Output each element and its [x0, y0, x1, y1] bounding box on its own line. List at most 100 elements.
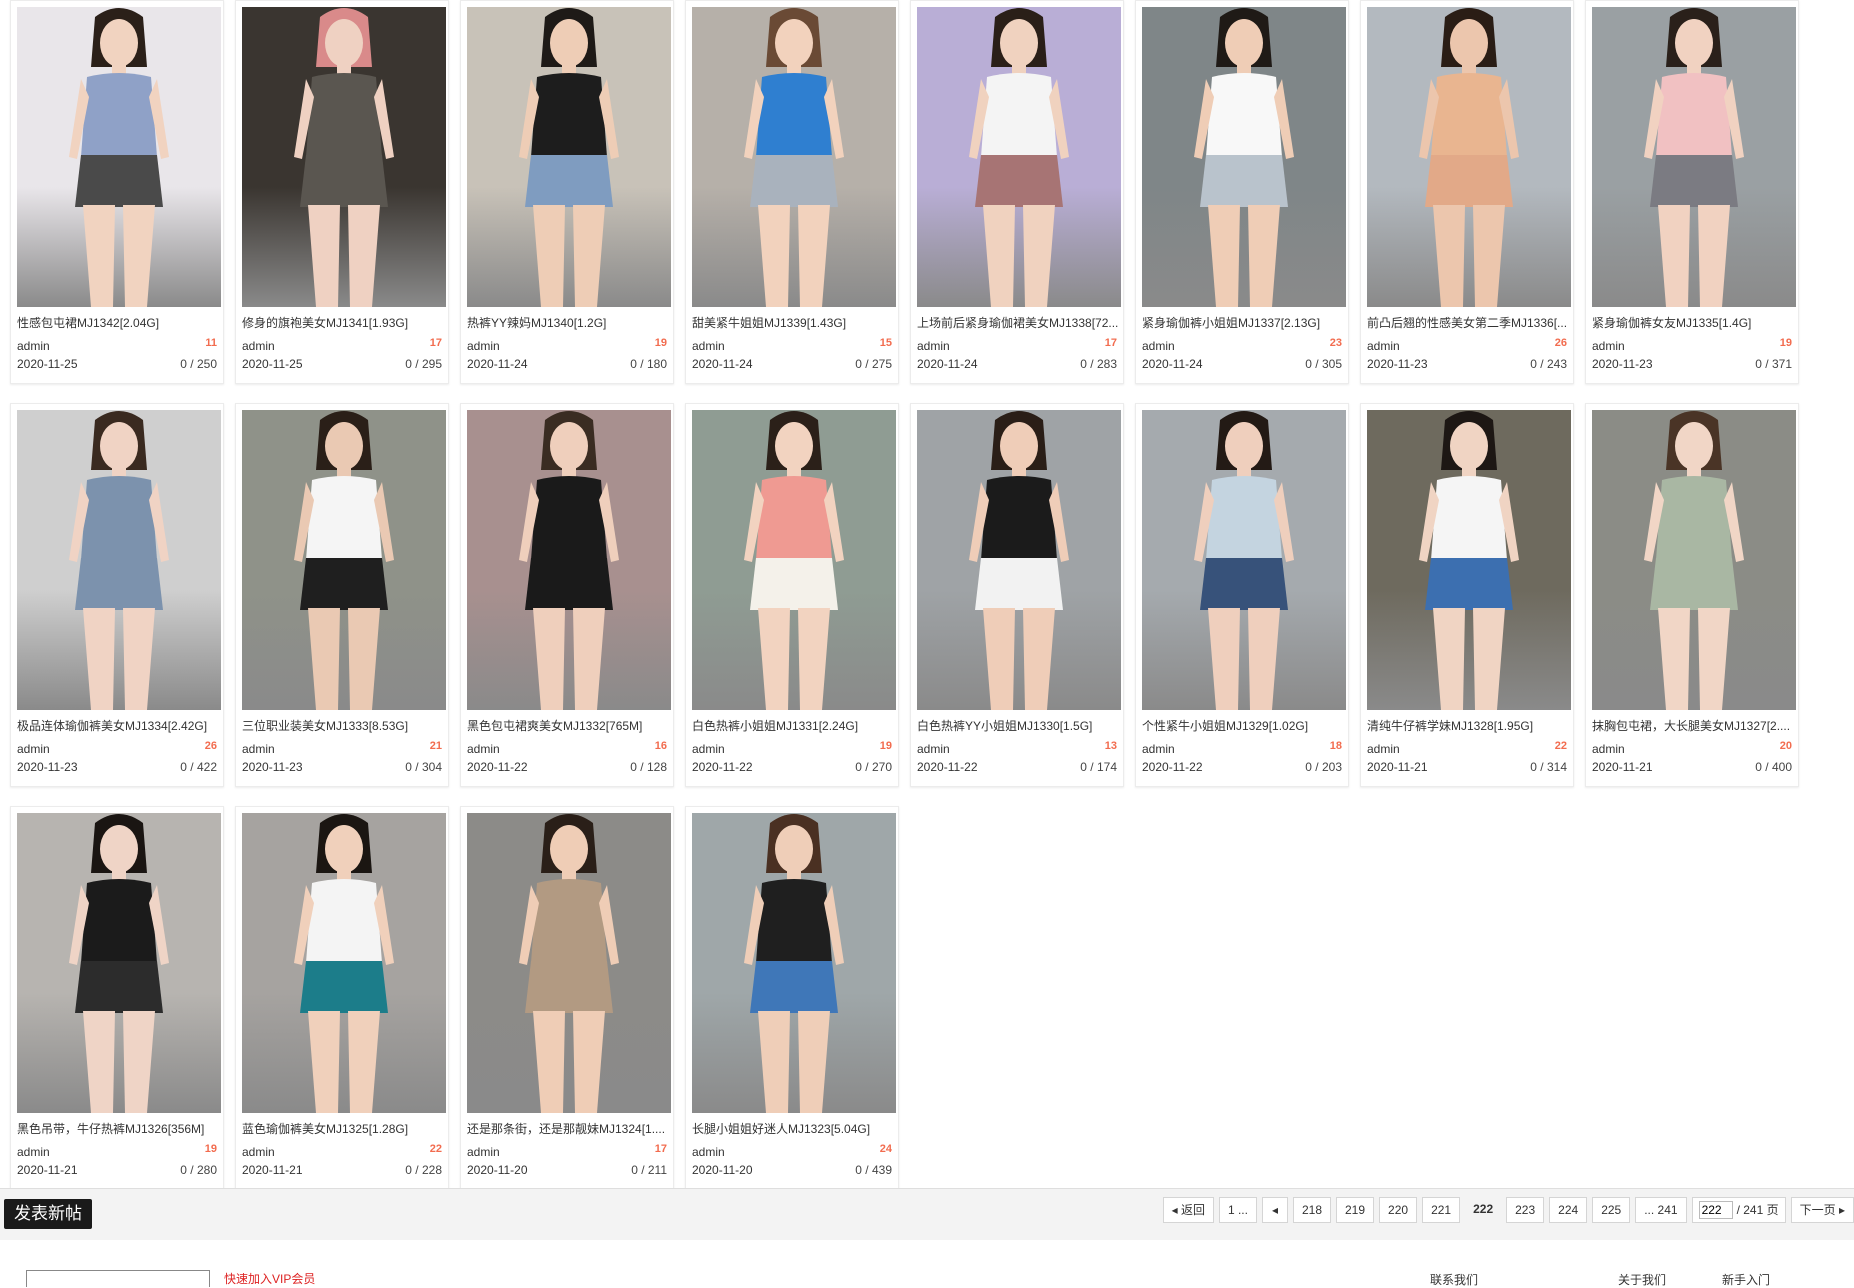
thread-author[interactable]: admin	[692, 339, 725, 353]
thread-thumbnail[interactable]	[242, 813, 446, 1113]
thread-title[interactable]: 紧身瑜伽裤小姐姐MJ1337[2.13G]	[1142, 315, 1346, 331]
thread-title[interactable]: 三位职业装美女MJ1333[8.53G]	[242, 718, 446, 734]
page-link[interactable]: 219	[1336, 1197, 1375, 1223]
thread-title[interactable]: 甜美紧牛姐姐MJ1339[1.43G]	[692, 315, 896, 331]
thread-card[interactable]: 紧身瑜伽裤小姐姐MJ1337[2.13G] admin 23 2020-11-2…	[1135, 0, 1349, 384]
footer-about[interactable]: 关于我们	[1618, 1271, 1666, 1288]
page-first[interactable]: 1 ...	[1218, 1197, 1257, 1223]
thread-card[interactable]: 白色热裤YY小姐姐MJ1330[1.5G] admin 13 2020-11-2…	[910, 403, 1124, 787]
thread-thumbnail[interactable]	[917, 7, 1121, 307]
thread-author[interactable]: admin	[692, 742, 725, 756]
thread-card[interactable]: 前凸后翘的性感美女第二季MJ1336[... admin 26 2020-11-…	[1360, 0, 1574, 384]
thread-thumbnail[interactable]	[17, 410, 221, 710]
thread-author[interactable]: admin	[242, 1145, 275, 1159]
thread-thumbnail[interactable]	[692, 7, 896, 307]
back-button[interactable]: ◂ 返回	[1162, 1197, 1214, 1223]
thread-title[interactable]: 抹胸包屯裙，大长腿美女MJ1327[2....	[1592, 718, 1796, 734]
thread-author[interactable]: admin	[917, 339, 950, 353]
thread-author[interactable]: admin	[692, 1145, 725, 1159]
thread-author[interactable]: admin	[467, 1145, 500, 1159]
thread-title[interactable]: 紧身瑜伽裤女友MJ1335[1.4G]	[1592, 315, 1796, 331]
thread-card[interactable]: 甜美紧牛姐姐MJ1339[1.43G] admin 15 2020-11-24 …	[685, 0, 899, 384]
thread-card[interactable]: 白色热裤小姐姐MJ1331[2.24G] admin 19 2020-11-22…	[685, 403, 899, 787]
thread-thumbnail[interactable]	[1592, 7, 1796, 307]
thread-card[interactable]: 极品连体瑜伽裤美女MJ1334[2.42G] admin 26 2020-11-…	[10, 403, 224, 787]
thread-thumbnail[interactable]	[1367, 7, 1571, 307]
thread-thumbnail[interactable]	[242, 7, 446, 307]
thread-title[interactable]: 蓝色瑜伽裤美女MJ1325[1.28G]	[242, 1121, 446, 1137]
thread-title[interactable]: 黑色包屯裙爽美女MJ1332[765M]	[467, 718, 671, 734]
thread-author[interactable]: admin	[1592, 742, 1625, 756]
thread-title[interactable]: 清纯牛仔裤学妹MJ1328[1.95G]	[1367, 718, 1571, 734]
thread-author[interactable]: admin	[1142, 339, 1175, 353]
page-jump-input[interactable]	[1698, 1201, 1733, 1219]
thread-title[interactable]: 极品连体瑜伽裤美女MJ1334[2.42G]	[17, 718, 221, 734]
thread-thumbnail[interactable]	[467, 813, 671, 1113]
thread-thumbnail[interactable]	[17, 813, 221, 1113]
thread-card[interactable]: 热裤YY辣妈MJ1340[1.2G] admin 19 2020-11-24 0…	[460, 0, 674, 384]
thread-thumbnail[interactable]	[1367, 410, 1571, 710]
thread-author[interactable]: admin	[242, 339, 275, 353]
thread-title[interactable]: 上场前后紧身瑜伽裙美女MJ1338[72...	[917, 315, 1121, 331]
footer-guide[interactable]: 新手入门	[1722, 1271, 1770, 1288]
thread-thumbnail[interactable]	[692, 410, 896, 710]
thread-thumbnail[interactable]	[917, 410, 1121, 710]
thread-title[interactable]: 还是那条街，还是那靓妹MJ1324[1....	[467, 1121, 671, 1137]
thread-thumbnail[interactable]	[467, 7, 671, 307]
thread-thumbnail[interactable]	[692, 813, 896, 1113]
page-last[interactable]: ... 241	[1635, 1197, 1687, 1223]
thread-title[interactable]: 热裤YY辣妈MJ1340[1.2G]	[467, 315, 671, 331]
thread-card[interactable]: 上场前后紧身瑜伽裙美女MJ1338[72... admin 17 2020-11…	[910, 0, 1124, 384]
thread-card[interactable]: 三位职业装美女MJ1333[8.53G] admin 21 2020-11-23…	[235, 403, 449, 787]
thread-author[interactable]: admin	[1367, 742, 1400, 756]
thread-title[interactable]: 白色热裤小姐姐MJ1331[2.24G]	[692, 718, 896, 734]
thread-thumbnail[interactable]	[17, 7, 221, 307]
page-link[interactable]: 220	[1379, 1197, 1418, 1223]
thread-author[interactable]: admin	[1367, 339, 1400, 353]
thread-thumbnail[interactable]	[1142, 410, 1346, 710]
page-link[interactable]: 224	[1549, 1197, 1588, 1223]
thread-author[interactable]: admin	[917, 742, 950, 756]
thread-card[interactable]: 黑色包屯裙爽美女MJ1332[765M] admin 16 2020-11-22…	[460, 403, 674, 787]
thread-thumbnail[interactable]	[467, 410, 671, 710]
new-post-button[interactable]: 发表新帖	[4, 1199, 92, 1229]
thread-card[interactable]: 还是那条街，还是那靓妹MJ1324[1.... admin 17 2020-11…	[460, 806, 674, 1190]
thread-author[interactable]: admin	[17, 1145, 50, 1159]
footer-contact[interactable]: 联系我们	[1430, 1271, 1478, 1288]
thread-stats: 0 / 295	[405, 357, 442, 371]
thread-thumbnail[interactable]	[1142, 7, 1346, 307]
page-link[interactable]: 225	[1592, 1197, 1631, 1223]
thread-card[interactable]: 性感包屯裙MJ1342[2.04G] admin 11 2020-11-25 0…	[10, 0, 224, 384]
thread-title[interactable]: 黑色吊带，牛仔热裤MJ1326[356M]	[17, 1121, 221, 1137]
thread-author[interactable]: admin	[467, 339, 500, 353]
thread-title[interactable]: 性感包屯裙MJ1342[2.04G]	[17, 315, 221, 331]
thread-card[interactable]: 修身的旗袍美女MJ1341[1.93G] admin 17 2020-11-25…	[235, 0, 449, 384]
thread-card[interactable]: 长腿小姐姐好迷人MJ1323[5.04G] admin 24 2020-11-2…	[685, 806, 899, 1190]
thread-author[interactable]: admin	[17, 742, 50, 756]
thread-title[interactable]: 个性紧牛小姐姐MJ1329[1.02G]	[1142, 718, 1346, 734]
thread-author[interactable]: admin	[1592, 339, 1625, 353]
page-link[interactable]: 223	[1506, 1197, 1545, 1223]
thread-card[interactable]: 紧身瑜伽裤女友MJ1335[1.4G] admin 19 2020-11-23 …	[1585, 0, 1799, 384]
thread-card[interactable]: 抹胸包屯裙，大长腿美女MJ1327[2.... admin 20 2020-11…	[1585, 403, 1799, 787]
thread-title[interactable]: 白色热裤YY小姐姐MJ1330[1.5G]	[917, 718, 1121, 734]
thread-author[interactable]: admin	[467, 742, 500, 756]
page-link[interactable]: 221	[1422, 1197, 1461, 1223]
thread-title[interactable]: 长腿小姐姐好迷人MJ1323[5.04G]	[692, 1121, 896, 1137]
thread-author[interactable]: admin	[1142, 742, 1175, 756]
thread-thumbnail[interactable]	[242, 410, 446, 710]
thread-card[interactable]: 个性紧牛小姐姐MJ1329[1.02G] admin 18 2020-11-22…	[1135, 403, 1349, 787]
vip-link[interactable]: 快速加入VIP会员	[224, 1270, 315, 1287]
prev-page-button[interactable]: ◂	[1261, 1197, 1288, 1223]
thread-title[interactable]: 修身的旗袍美女MJ1341[1.93G]	[242, 315, 446, 331]
thread-title[interactable]: 前凸后翘的性感美女第二季MJ1336[...	[1367, 315, 1571, 331]
thread-thumbnail[interactable]	[1592, 410, 1796, 710]
thread-card[interactable]: 蓝色瑜伽裤美女MJ1325[1.28G] admin 22 2020-11-21…	[235, 806, 449, 1190]
thread-author[interactable]: admin	[17, 339, 50, 353]
thread-card[interactable]: 清纯牛仔裤学妹MJ1328[1.95G] admin 22 2020-11-21…	[1360, 403, 1574, 787]
thread-author[interactable]: admin	[242, 742, 275, 756]
bottom-toolbar: 发表新帖 ◂ 返回 1 ... ◂ 218 219 220 221 222 22…	[0, 1188, 1854, 1242]
page-link[interactable]: 218	[1292, 1197, 1331, 1223]
next-page-button[interactable]: 下一页 ▸	[1790, 1197, 1854, 1223]
thread-card[interactable]: 黑色吊带，牛仔热裤MJ1326[356M] admin 19 2020-11-2…	[10, 806, 224, 1190]
